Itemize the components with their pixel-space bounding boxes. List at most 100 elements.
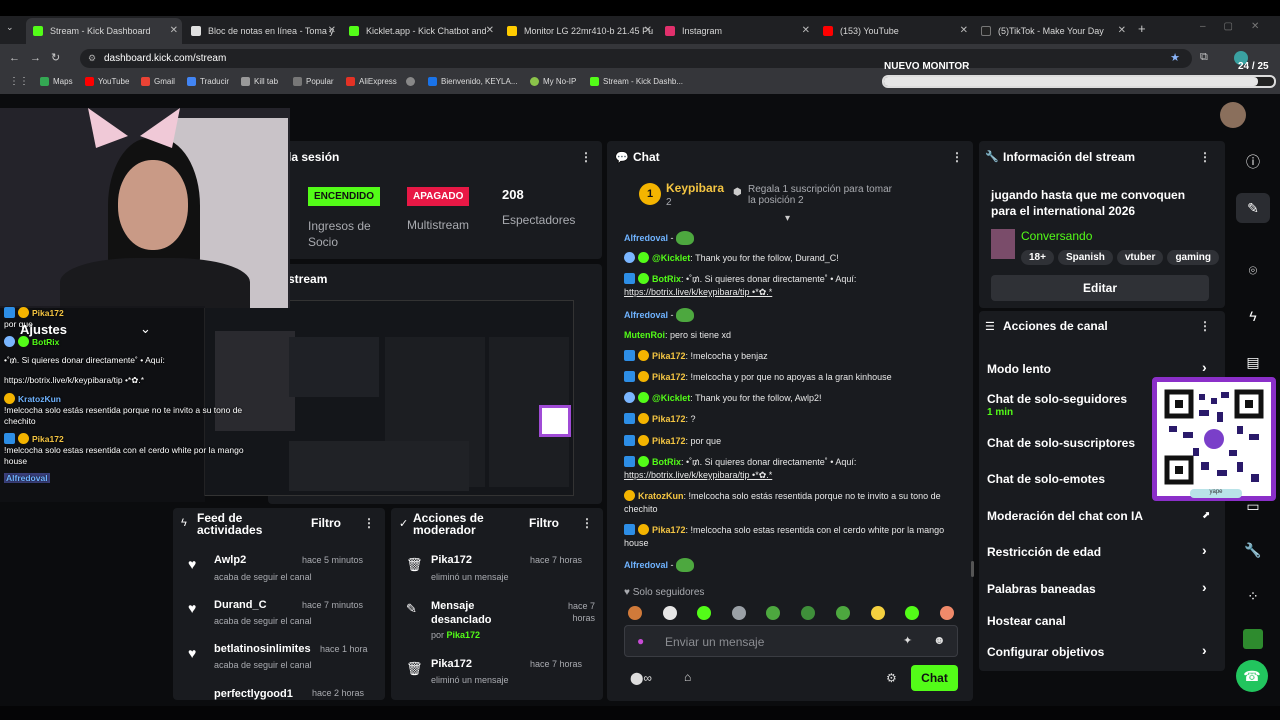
emote-icon[interactable] — [836, 606, 850, 620]
gear-icon[interactable]: ⚙ — [886, 671, 897, 685]
close-icon[interactable]: ✕ — [486, 25, 494, 36]
external-link-icon[interactable]: ⬈ — [1202, 510, 1210, 521]
stream-preview[interactable] — [204, 300, 574, 496]
activity-filter-button[interactable]: Filtro — [311, 516, 341, 530]
apps-icon[interactable]: ⋮⋮ — [9, 76, 29, 87]
tab-tiktok[interactable]: (5)TikTok - Make Your Day ✕ — [974, 18, 1130, 44]
chevron-right-icon[interactable]: › — [1202, 542, 1207, 558]
emote-icon[interactable] — [628, 606, 642, 620]
close-icon[interactable]: ✕ — [802, 25, 810, 36]
mod-user[interactable]: Pika172 — [431, 658, 472, 670]
tab-youtube[interactable]: (153) YouTube ✕ — [816, 18, 972, 44]
send-chat-button[interactable]: Chat — [911, 665, 958, 691]
gift-prompt[interactable]: Regala 1 suscripción para tomar la posic… — [748, 184, 898, 206]
host-channel-item[interactable]: Hostear canal — [987, 614, 1066, 628]
close-icon[interactable]: ✕ — [960, 25, 968, 36]
bookmark-gmail[interactable]: Gmail — [141, 77, 175, 86]
emote-icon[interactable] — [766, 606, 780, 620]
support-icon[interactable]: ☎ — [1236, 660, 1268, 692]
goals-item[interactable]: Configurar objetivos — [987, 645, 1104, 659]
emotes-only-item[interactable]: Chat de solo-emotes — [987, 472, 1105, 486]
emote-icon[interactable] — [871, 606, 885, 620]
subscribers-only-item[interactable]: Chat de solo-suscriptores — [987, 436, 1135, 450]
activity-user[interactable]: perfectlygood1 — [214, 688, 293, 700]
age-restriction-item[interactable]: Restricción de edad — [987, 545, 1101, 559]
emoji-icon[interactable]: ☻ — [933, 633, 946, 647]
window-controls[interactable]: –▢✕ — [1200, 21, 1277, 32]
tab-bloc[interactable]: Bloc de notas en línea - Toma y ✕ — [184, 18, 340, 44]
close-icon[interactable]: ✕ — [328, 25, 336, 36]
top-gifter-name[interactable]: Keypibara — [666, 181, 724, 195]
chevron-right-icon[interactable]: › — [1202, 642, 1207, 658]
bookmark-youtube[interactable]: YouTube — [85, 77, 129, 86]
tools-icon[interactable]: 🔧 — [1236, 535, 1270, 565]
tag[interactable]: Spanish — [1057, 250, 1113, 265]
tag[interactable]: gaming — [1167, 250, 1219, 265]
mod-user[interactable]: Pika172 — [431, 554, 472, 566]
pencil-icon[interactable]: ✎ — [1236, 193, 1270, 223]
chat-input[interactable]: ● Enviar un mensaje ✦ ☻ — [624, 625, 958, 657]
activity-user[interactable]: betlatinosinlimites — [214, 643, 311, 655]
star-icon[interactable]: ★ — [1170, 49, 1180, 68]
tab-monitor[interactable]: Monitor LG 22mr410-b 21.45 Pu ✕ — [500, 18, 656, 44]
more-icon[interactable]: ⋮ — [581, 516, 593, 530]
new-tab-icon[interactable]: + — [1138, 21, 1146, 36]
camera-icon[interactable]: ⌾ — [1236, 255, 1270, 285]
more-icon[interactable]: ⋮ — [363, 516, 375, 530]
followers-only-item[interactable]: Chat de solo-seguidores — [987, 392, 1127, 406]
more-icon[interactable]: ⋮ — [951, 150, 963, 164]
nav-icons[interactable]: ←→↻ — [9, 51, 70, 64]
clipboard-icon[interactable]: ▤ — [1236, 347, 1270, 377]
category-name[interactable]: Conversando — [1021, 229, 1092, 243]
emote-icon[interactable] — [940, 606, 954, 620]
emote-icon[interactable] — [905, 606, 919, 620]
tip-link[interactable]: https://botrix.live/k/keypibara/tip •*✿.… — [624, 470, 772, 480]
bookmark-maps[interactable]: Maps — [40, 77, 73, 86]
close-icon[interactable]: ✕ — [644, 25, 652, 36]
tip-link[interactable]: https://botrix.live/k/keypibara/tip •*✿.… — [624, 287, 772, 297]
tv-icon[interactable]: ▭ — [1236, 491, 1270, 521]
info-icon[interactable]: ⓘ — [1236, 147, 1270, 177]
emote-icon[interactable] — [697, 606, 711, 620]
url-field[interactable]: ⚙ dashboard.kick.com/stream ★ — [80, 49, 1192, 68]
extensions-icon[interactable]: ⧉ — [1200, 51, 1208, 64]
lightning-icon[interactable]: ϟ — [1236, 301, 1270, 331]
mod-by-user[interactable]: Pika172 — [447, 630, 481, 640]
chevron-right-icon[interactable]: › — [1202, 359, 1207, 375]
bookmark-aliexpress[interactable]: AliExpress — [346, 77, 397, 86]
banned-words-item[interactable]: Palabras baneadas — [987, 582, 1096, 596]
bookmark-noip[interactable]: My No-IP — [530, 77, 576, 86]
slow-mode-item[interactable]: Modo lento — [987, 362, 1051, 376]
edit-button[interactable]: Editar — [991, 275, 1209, 301]
magic-icon[interactable]: ✦ — [903, 634, 912, 647]
ai-moderation-item[interactable]: Moderación del chat con IA — [987, 509, 1143, 523]
points-icon[interactable]: ⬤∞ — [630, 671, 652, 685]
tab-instagram[interactable]: Instagram ✕ — [658, 18, 814, 44]
bookmark-traducir[interactable]: Traducir — [187, 77, 229, 86]
expand-icon[interactable]: ▾ — [785, 213, 790, 224]
user-avatar[interactable] — [1220, 102, 1246, 128]
tag[interactable]: vtuber — [1116, 250, 1164, 265]
more-icon[interactable]: ⋮ — [580, 150, 592, 164]
tag[interactable]: 18+ — [1021, 250, 1054, 265]
more-icon[interactable]: ⋮ — [1199, 150, 1211, 164]
tab-search-icon[interactable]: ⌄ — [6, 22, 14, 33]
activity-user[interactable]: Durand_C — [214, 599, 267, 611]
more-icon[interactable]: ⋮ — [1199, 319, 1211, 333]
bookmark-bienvenido[interactable]: Bienvenido, KEYLA... — [428, 77, 518, 86]
mod-filter-button[interactable]: Filtro — [529, 516, 559, 530]
tab-kick-dashboard[interactable]: Stream - Kick Dashboard ✕ — [26, 18, 182, 44]
app-icon[interactable] — [1236, 624, 1270, 654]
close-icon[interactable]: ✕ — [170, 25, 178, 36]
chevron-right-icon[interactable]: › — [1202, 579, 1207, 595]
bookmark-kill-tab[interactable]: Kill tab — [241, 77, 278, 86]
site-info-icon[interactable]: ⚙ — [88, 49, 96, 68]
bookmark-kick[interactable]: Stream - Kick Dashb... — [590, 77, 683, 86]
bookmark-popular[interactable]: Popular — [293, 77, 334, 86]
chevron-down-icon[interactable]: ⌄ — [140, 321, 151, 337]
emote-icon[interactable] — [732, 606, 746, 620]
dots-icon[interactable]: ⁘ — [1236, 581, 1270, 611]
microphone-icon[interactable]: ● — [637, 634, 644, 648]
emote-icon[interactable] — [801, 606, 815, 620]
activity-user[interactable]: Awlp2 — [214, 554, 246, 566]
